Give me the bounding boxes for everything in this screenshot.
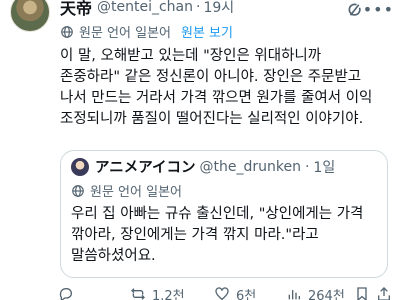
tweet-text-line: 조정되니까 품질이 떨어진다는 실리적인 이야기야. xyxy=(60,111,364,127)
tweet-header: 天帝 @tentei_chan · 19시 xyxy=(60,0,390,19)
retweet-count: 1.2천 xyxy=(152,288,185,300)
quoted-text-line: 말씀하셨어요. xyxy=(71,248,156,264)
globe-icon xyxy=(72,184,84,197)
quoted-author-handle: @the_drunken xyxy=(199,158,301,175)
retweet-button[interactable]: 1.2천 xyxy=(130,285,185,300)
bookmark-button[interactable] xyxy=(354,286,376,300)
like-count: 6천 xyxy=(236,288,257,300)
quoted-text-line: 우리 집 아빠는 규슈 출신인데, "상인에게는 가격 xyxy=(71,206,364,222)
quoted-original-language-label: 원문 언어 일본어 xyxy=(90,185,182,200)
tweet-text-line: 이 말, 오해받고 있는데 "장인은 위대하니까 xyxy=(60,48,322,64)
quoted-text-line: 깎아라, 장인에게는 가격 깎지 마라."라고 xyxy=(71,227,319,243)
header-separator: · xyxy=(196,0,201,15)
tweet-text-line: 존중하라" 같은 정신론이 아니야. 장인은 주문받고 xyxy=(60,69,362,85)
tweet-timestamp[interactable]: 19시 xyxy=(203,0,234,17)
quoted-tweet-card[interactable]: アニメアイコン @the_drunken · 1일 원문 언어 일본어 우리 집… xyxy=(60,150,388,278)
translation-bar: 원문 언어 일본어 원본 보기 xyxy=(60,22,233,41)
author-display-name[interactable]: 天帝 xyxy=(60,0,92,19)
author-handle[interactable]: @tentei_chan xyxy=(97,0,193,15)
quoted-header-separator: · xyxy=(304,158,310,175)
quoted-author-display-name: アニメアイコン xyxy=(95,160,196,176)
view-original-link[interactable]: 원본 보기 xyxy=(181,22,233,41)
reply-button[interactable] xyxy=(58,286,80,300)
tweet-text-line: 나서 만드는 거라서 가격 깎으면 원가를 줄여서 이익 xyxy=(60,90,373,106)
heart-icon xyxy=(215,287,229,300)
globe-icon xyxy=(61,25,73,38)
quoted-tweet-header: アニメアイコン @the_drunken · 1일 xyxy=(95,156,335,177)
reply-icon xyxy=(59,288,72,300)
more-options-icon[interactable]: ••• xyxy=(363,0,394,19)
views-bar-chart-icon xyxy=(288,290,300,300)
retweet-icon xyxy=(131,288,145,300)
like-button[interactable]: 6천 xyxy=(214,285,256,300)
grok-icon[interactable] xyxy=(346,1,364,19)
author-avatar[interactable] xyxy=(10,0,50,32)
quoted-author-avatar xyxy=(71,158,89,176)
quoted-tweet-body: 우리 집 아빠는 규슈 출신인데, "상인에게는 가격 깎아라, 장인에게는 가… xyxy=(71,204,381,267)
quoted-translation-bar: 원문 언어 일본어 xyxy=(71,181,182,200)
views-button[interactable]: 264천 xyxy=(286,285,345,300)
share-button[interactable] xyxy=(376,286,398,300)
bookmark-icon xyxy=(357,287,367,300)
original-language-label: 원문 언어 일본어 xyxy=(79,26,171,41)
quoted-tweet-timestamp: 1일 xyxy=(313,159,336,176)
tweet-actions: 1.2천 6천 264천 xyxy=(58,286,400,300)
tweet-body: 이 말, 오해받고 있는데 "장인은 위대하니까 존중하라" 같은 정신론이 아… xyxy=(60,46,392,130)
share-icon xyxy=(378,287,390,300)
views-count: 264천 xyxy=(308,288,345,300)
